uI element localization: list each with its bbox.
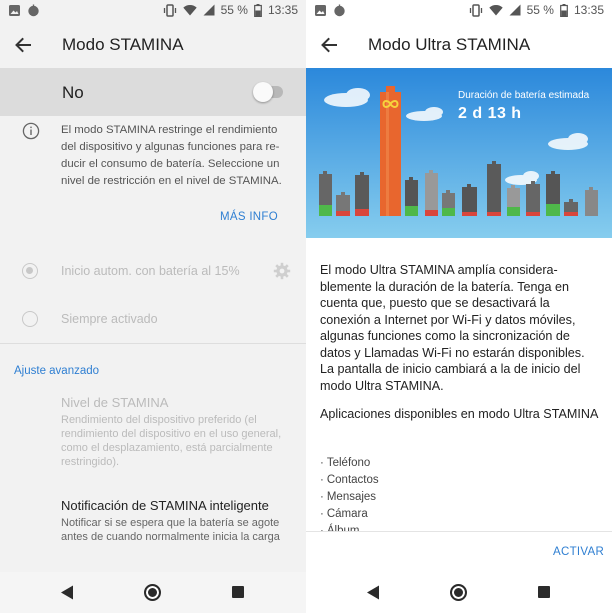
navigation-bar [306, 572, 612, 613]
list-item: Álbum [320, 523, 520, 531]
page-title: Modo Ultra STAMINA [368, 35, 531, 54]
small-battery [405, 177, 418, 216]
battery-icon [560, 3, 568, 17]
small-battery [526, 181, 540, 216]
small-battery [442, 190, 455, 216]
smart-notification-title: Notificación de STAMINA inteligente [61, 498, 269, 513]
radio-auto-start[interactable] [22, 263, 38, 279]
battery-estimate-label: Duración de batería estimada [458, 90, 590, 101]
small-battery [425, 170, 438, 216]
navigation-bar [0, 572, 306, 613]
small-battery [336, 192, 350, 216]
more-info-button[interactable]: MÁS INFO [220, 211, 278, 223]
app-bar: Modo Ultra STAMINA [306, 22, 612, 68]
advanced-settings-header: Ajuste avanzado [14, 365, 100, 377]
vibrate-icon [163, 3, 177, 17]
info-icon [22, 122, 40, 140]
clock: 13:35 [267, 3, 298, 17]
nav-home-icon[interactable] [450, 584, 467, 601]
wifi-icon [182, 4, 197, 16]
list-item: Mensajes [320, 489, 520, 506]
battery-estimate-value: 2 d 13 h [458, 105, 522, 122]
list-item: Cámara [320, 506, 520, 523]
battery-percent: 55 % [526, 3, 554, 17]
image-icon [314, 4, 327, 17]
signal-icon [203, 4, 215, 16]
ultra-stamina-screen: 55 % 13:35 Modo Ultra STAMINA Duración d… [306, 0, 612, 613]
stamina-description: El modo STAMINA restringe el rendimiento… [61, 124, 282, 187]
option-auto-start-label[interactable]: Inicio autom. con batería al 15% [61, 264, 240, 278]
available-apps-list: Teléfono Contactos Mensajes Cámara Álbum [320, 455, 520, 531]
stamina-toggle[interactable] [253, 82, 283, 102]
activate-button[interactable]: ACTIVAR [553, 546, 604, 558]
clock: 13:35 [573, 3, 604, 17]
battery-illustration: Duración de batería estimada 2 d 13 h [306, 68, 612, 238]
ultra-stamina-description: El modo Ultra STAMINA amplía considera-b… [320, 263, 585, 393]
app-bar: Modo STAMINA [0, 22, 306, 68]
stamina-screen: 55 % 13:35 Modo STAMINA No El modo STAMI… [0, 0, 306, 613]
radio-always-on[interactable] [22, 311, 38, 327]
small-battery [507, 185, 520, 216]
nav-home-icon[interactable] [144, 584, 161, 601]
switch-label: No [62, 83, 84, 102]
list-item: Contactos [320, 472, 520, 489]
available-apps-title: Aplicaciones disponibles en modo Ultra S… [320, 407, 599, 421]
notification-icon [27, 4, 40, 17]
nav-back-icon[interactable] [60, 585, 74, 605]
status-bar: 55 % 13:35 [0, 0, 306, 22]
back-arrow-icon[interactable] [318, 34, 340, 56]
notification-icon [333, 4, 346, 17]
small-battery [319, 171, 332, 216]
signal-icon [509, 4, 521, 16]
stamina-level-subtitle: Rendimiento del dispositivo preferido (e… [61, 414, 282, 468]
back-arrow-icon[interactable] [12, 34, 34, 56]
page-title: Modo STAMINA [62, 35, 184, 54]
nav-recents-icon[interactable] [232, 586, 244, 598]
smart-notification-subtitle: Notificar si se espera que la batería se… [61, 517, 280, 543]
small-battery [462, 184, 477, 216]
stamina-master-switch-bar[interactable]: No [0, 68, 306, 116]
battery-icon [254, 3, 262, 17]
nav-recents-icon[interactable] [538, 586, 550, 598]
small-battery [355, 172, 369, 216]
nav-back-icon[interactable] [366, 585, 380, 605]
wifi-icon [488, 4, 503, 16]
status-bar: 55 % 13:35 [306, 0, 612, 22]
small-battery [487, 161, 501, 216]
divider [0, 343, 306, 344]
list-item: Teléfono [320, 455, 520, 472]
battery-percent: 55 % [220, 3, 248, 17]
image-icon [8, 4, 21, 17]
vibrate-icon [469, 3, 483, 17]
option-always-on-label[interactable]: Siempre activado [61, 312, 158, 326]
gear-icon[interactable] [273, 262, 291, 280]
small-battery [585, 187, 598, 216]
toggle-knob [253, 82, 273, 102]
small-battery [546, 171, 560, 216]
divider [306, 531, 612, 532]
stamina-level-title: Nivel de STAMINA [61, 395, 169, 410]
